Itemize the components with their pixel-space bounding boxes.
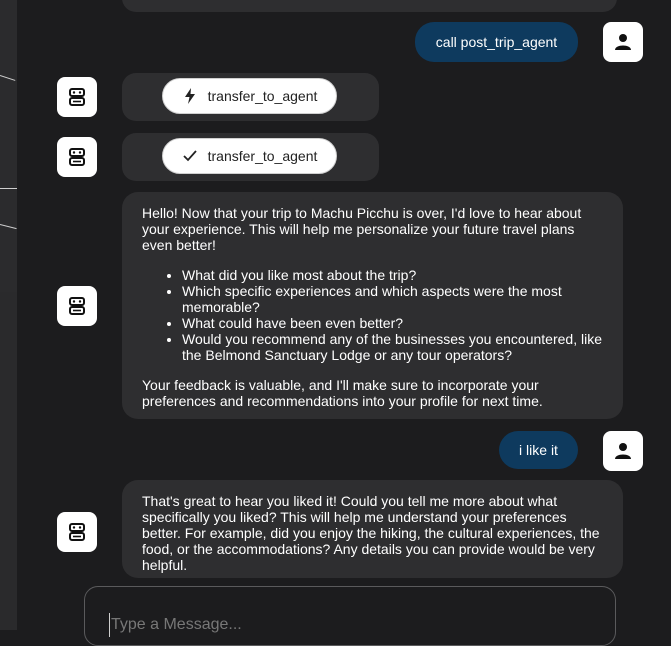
message-composer: [84, 586, 616, 646]
user-avatar: [603, 431, 643, 471]
agent-avatar: [57, 512, 97, 552]
user-message: call post_trip_agent: [415, 22, 578, 62]
panel-line: [0, 188, 17, 189]
tool-result-chip[interactable]: transfer_to_agent: [162, 138, 337, 174]
tool-call-chip[interactable]: transfer_to_agent: [162, 78, 337, 114]
list-item: What could have been even better?: [182, 315, 603, 331]
side-panel-upper: [0, 0, 17, 292]
robot-icon: [69, 523, 85, 541]
tool-result-card: transfer_to_agent: [122, 133, 379, 181]
robot-icon: [69, 88, 85, 106]
agent-message: Hello! Now that your trip to Machu Picch…: [122, 192, 623, 419]
lightning-icon: [182, 88, 198, 104]
list-item: Which specific experiences and which asp…: [182, 283, 603, 315]
user-message-text: i like it: [519, 442, 558, 458]
side-panel: [0, 0, 17, 630]
message-input[interactable]: [109, 613, 593, 637]
agent-message-intro: Hello! Now that your trip to Machu Picch…: [142, 205, 582, 253]
check-icon: [182, 148, 198, 164]
agent-avatar: [57, 77, 97, 117]
user-icon: [615, 443, 631, 459]
user-message-text: call post_trip_agent: [435, 34, 558, 50]
tool-call-label: transfer_to_agent: [207, 88, 318, 104]
robot-icon: [69, 148, 85, 166]
agent-avatar: [57, 286, 97, 326]
list-item: What did you like most about the trip?: [182, 267, 603, 283]
tool-result-label: transfer_to_agent: [207, 148, 318, 164]
tool-call-card: transfer_to_agent: [122, 73, 379, 121]
user-message: i like it: [499, 431, 578, 469]
user-icon: [615, 34, 631, 50]
previous-message-bubble: [122, 0, 617, 12]
agent-message-list: What did you like most about the trip? W…: [142, 267, 603, 363]
agent-message-text: That's great to hear you liked it! Could…: [142, 493, 600, 573]
agent-message-outro: Your feedback is valuable, and I'll make…: [142, 377, 543, 409]
robot-icon: [69, 297, 85, 315]
agent-message: That's great to hear you liked it! Could…: [122, 480, 623, 578]
agent-avatar: [57, 137, 97, 177]
list-item: Would you recommend any of the businesse…: [182, 331, 603, 363]
user-avatar: [603, 22, 643, 62]
